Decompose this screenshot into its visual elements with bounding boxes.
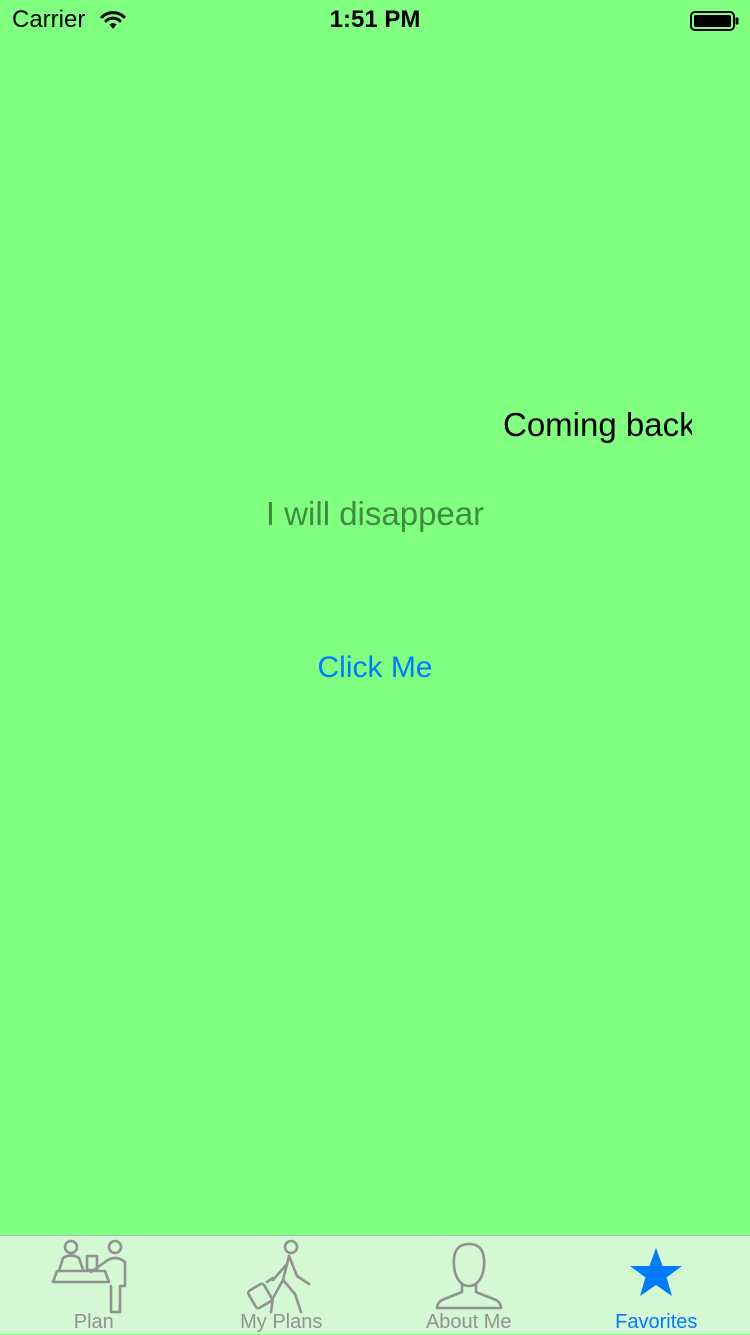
status-time: 1:51 PM bbox=[0, 6, 750, 34]
tab-favorites[interactable]: Favorites bbox=[563, 1236, 750, 1335]
tab-bar: Plan My Plans About Me bbox=[0, 1235, 750, 1334]
tab-my-plans-label: My Plans bbox=[188, 1310, 376, 1334]
tab-my-plans[interactable]: My Plans bbox=[188, 1236, 376, 1335]
tab-plan-label: Plan bbox=[0, 1310, 188, 1334]
disappear-label: I will disappear bbox=[0, 494, 750, 534]
person-icon bbox=[434, 1238, 504, 1314]
click-me-button[interactable]: Click Me bbox=[300, 648, 450, 688]
status-bar: Carrier 1:51 PM bbox=[0, 0, 750, 40]
star-icon bbox=[626, 1238, 686, 1314]
tab-about-me[interactable]: About Me bbox=[375, 1236, 563, 1335]
coming-back-label: Coming back bbox=[503, 405, 692, 445]
battery-icon bbox=[690, 11, 740, 31]
tab-favorites-label: Favorites bbox=[563, 1310, 750, 1334]
traveler-luggage-icon bbox=[243, 1238, 319, 1314]
tab-plan[interactable]: Plan bbox=[0, 1236, 188, 1335]
check-in-desk-icon bbox=[49, 1238, 139, 1314]
tab-about-me-label: About Me bbox=[375, 1310, 563, 1334]
